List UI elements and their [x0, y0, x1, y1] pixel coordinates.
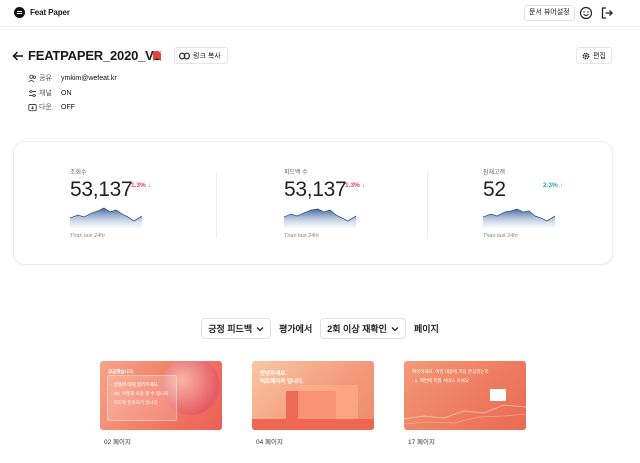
stat-value: 53,137 [70, 178, 133, 201]
thumbnail-decoration [404, 404, 526, 425]
stats-divider [427, 172, 428, 238]
recheck-dropdown[interactable]: 2회 이상 재확인 [320, 318, 406, 339]
sliders-icon [29, 89, 36, 97]
page-thumbnail-02[interactable]: 긍금했습니다. · 상품에 대해 알려주세요 · 2D, 어떻게 사용 할 수 … [100, 361, 222, 430]
people-icon [28, 74, 37, 82]
filter-mid-text: 평가에서 [279, 324, 313, 334]
copy-link-label: 링크 복사 [193, 52, 221, 60]
feat-paper-logo-icon [14, 7, 25, 18]
meta-share-label: 공유 [39, 75, 52, 82]
thumbnail-text: 피트페이퍼 입니다. [260, 379, 304, 385]
chevron-down-icon [391, 326, 399, 331]
stat-label: 피드백 수 [284, 170, 308, 176]
sparkline-chart [70, 207, 142, 228]
thumbnail-text: 안녕하세요. [260, 371, 287, 377]
stat-caption: Than last 24hr [483, 233, 519, 239]
page-label: 02 페이지 [104, 439, 131, 446]
stat-label: 잠재고객 [483, 170, 506, 176]
thumbnail-decoration [490, 389, 506, 401]
stat-caption: Than last 24hr [284, 233, 320, 239]
thumbnail-text: · 2D, 어떻게 사용 할 수 있나요 [111, 391, 169, 396]
link-icon [179, 52, 190, 59]
stat-label: 조회수 [70, 170, 87, 176]
meta-channel-row: 채널 ON [28, 88, 72, 98]
stat-value: 53,137 [284, 178, 347, 201]
page-label: 17 페이지 [408, 439, 435, 446]
app-name: Feat Paper [30, 8, 70, 17]
meta-share-row: 공유 ymkim@wefeat.kr [28, 73, 117, 83]
edit-button[interactable]: 편집 [576, 47, 612, 64]
download-icon [28, 103, 37, 111]
logout-icon[interactable] [600, 6, 614, 20]
stat-delta: 2.3% ↑ [543, 182, 563, 189]
thumbnail-text: · 피드백 문의하기 합니다 [111, 400, 158, 405]
page-thumbnail-04[interactable]: 안녕하세요. 피트페이퍼 입니다. [252, 361, 374, 430]
thumbnail-text: · 1. 매번에 특별 서비스 하세요 [412, 378, 470, 383]
meta-channel-value: ON [61, 89, 72, 97]
edit-label: 편집 [593, 52, 606, 60]
stat-value: 52 [483, 178, 506, 201]
sparkline-chart [284, 208, 356, 228]
meta-download-value: OFF [61, 103, 75, 111]
page-thumbnail-17[interactable]: 확인하세요. 이번 내용에 가장 관심있는지 · 1. 매번에 특별 서비스 하… [404, 361, 526, 430]
recheck-value: 2회 이상 재확인 [327, 324, 387, 334]
stats-divider [216, 172, 217, 238]
meta-channel-label: 채널 [39, 90, 52, 97]
filter-end-text: 페이지 [413, 324, 439, 334]
feedback-type-value: 긍정 피드백 [208, 324, 253, 334]
meta-share-value: ymkim@wefeat.kr [61, 74, 117, 82]
chevron-down-icon [256, 326, 264, 331]
feedback-filter-bar: 긍정 피드백 평가에서 2회 이상 재확인 페이지 [0, 318, 640, 339]
thumbnail-text: 확인하세요. 이번 내용에 가장 관심있는지 [412, 369, 489, 374]
sparkline-chart [483, 208, 555, 228]
smiley-icon[interactable] [579, 6, 593, 20]
copy-link-button[interactable]: 링크 복사 [174, 47, 228, 64]
thumbnail-text: 긍금했습니다. [108, 369, 135, 374]
feedback-type-dropdown[interactable]: 긍정 피드백 [201, 318, 272, 339]
viewer-settings-button[interactable]: 문서 뷰어설정 [524, 5, 575, 21]
stat-delta: 1.3% ↓ [131, 182, 151, 189]
meta-download-row: 다운 OFF [28, 102, 75, 112]
bookmark-flag-icon[interactable] [152, 50, 162, 62]
stats-card: 조회수 53,137 1.3% ↓ Than last 24hr 피드백 수 5… [13, 141, 613, 265]
stat-caption: Than last 24hr [70, 233, 106, 239]
stat-delta: 1.3% ↓ [345, 182, 365, 189]
thumbnail-footer [252, 419, 374, 430]
page-label: 04 페이지 [256, 439, 283, 446]
back-arrow-icon[interactable] [12, 50, 24, 62]
meta-download-label: 다운 [39, 104, 52, 111]
document-title: FEATPAPER_2020_V2 [28, 48, 161, 63]
app-logo[interactable]: Feat Paper [14, 7, 70, 18]
thumbnail-text: · 상품에 대해 알려주세요 [111, 382, 158, 387]
gear-icon [582, 52, 590, 59]
top-bar: Feat Paper 문서 뷰어설정 [0, 0, 640, 27]
